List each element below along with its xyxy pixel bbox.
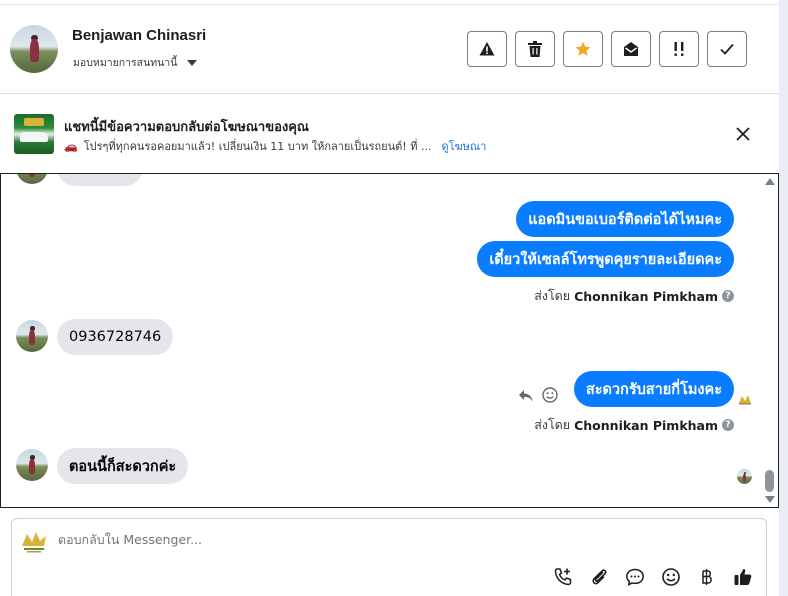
assign-label: มอบหมายการสนทนานี้ bbox=[73, 57, 178, 69]
contact-avatar-small bbox=[16, 449, 48, 481]
mark-spam-button[interactable] bbox=[467, 31, 507, 67]
sent-by-label: ส่งโดย Chonnikan Pimkham ? bbox=[534, 415, 734, 435]
sent-by-label: ส่งโดย Chonnikan Pimkham ? bbox=[534, 286, 734, 306]
ad-banner-title: แชทนี้มีข้อความตอบกลับต่อโฆษณาของคุณ bbox=[64, 120, 309, 135]
outgoing-message[interactable]: เดี๋ยวให้เซลล์โทรพูดคุยรายละเอียดคะ bbox=[477, 241, 734, 277]
sender-name: Chonnikan Pimkham bbox=[574, 288, 718, 304]
help-icon[interactable]: ? bbox=[722, 419, 734, 431]
page-logo bbox=[20, 530, 48, 554]
conversation-header: Benjawan Chinasri มอบหมายการสนทนานี้ bbox=[0, 5, 779, 94]
baht-icon[interactable] bbox=[697, 567, 717, 587]
reply-composer bbox=[11, 518, 767, 596]
sender-name: Chonnikan Pimkham bbox=[574, 417, 718, 433]
envelope-open-icon bbox=[624, 42, 638, 56]
incoming-message[interactable]: 0936728746 bbox=[57, 319, 174, 355]
close-banner-button[interactable] bbox=[734, 125, 752, 143]
double-exclamation-icon bbox=[674, 42, 684, 56]
seen-by-page-icon bbox=[738, 390, 752, 405]
contact-avatar-small bbox=[16, 320, 48, 352]
paperclip-icon[interactable] bbox=[589, 567, 609, 587]
contact-avatar-small bbox=[16, 174, 48, 184]
phone-plus-icon[interactable] bbox=[553, 567, 573, 587]
star-button[interactable] bbox=[563, 31, 603, 67]
warning-icon bbox=[479, 42, 495, 56]
truncated-bubble bbox=[57, 174, 143, 186]
read-receipt-avatar bbox=[737, 469, 752, 484]
scroll-down-arrow-icon[interactable] bbox=[765, 496, 775, 503]
message-thread[interactable]: แอดมินขอเบอร์ติดต่อได้ไหมคะ เดี๋ยวให้เซล… bbox=[0, 173, 779, 508]
ad-thumbnail[interactable] bbox=[14, 114, 54, 154]
contact-avatar[interactable] bbox=[10, 25, 58, 73]
chat-bubble-icon[interactable] bbox=[625, 567, 645, 587]
outgoing-message[interactable]: แอดมินขอเบอร์ติดต่อได้ไหมคะ bbox=[516, 201, 734, 237]
outgoing-message[interactable]: สะดวกรับสายกี่โมงคะ bbox=[573, 371, 734, 407]
conversation-toolbar bbox=[467, 31, 747, 67]
ad-description: โปรๆที่ทุกคนรอคอยมาแล้ว! เปลี่ยนเงิน 11 … bbox=[83, 140, 432, 153]
view-ad-link[interactable]: ดูโฆษณา bbox=[441, 137, 486, 155]
sent-by-prefix: ส่งโดย bbox=[534, 288, 571, 303]
scrollbar-thumb[interactable] bbox=[765, 470, 774, 492]
composer-toolbar bbox=[553, 567, 753, 587]
delete-button[interactable] bbox=[515, 31, 555, 67]
help-icon[interactable]: ? bbox=[722, 290, 734, 302]
contact-name[interactable]: Benjawan Chinasri bbox=[72, 27, 206, 44]
car-icon: 🚗 bbox=[64, 139, 78, 153]
emoji-icon[interactable] bbox=[661, 567, 681, 587]
thumbs-up-icon[interactable] bbox=[733, 567, 753, 587]
star-icon bbox=[575, 41, 591, 56]
close-icon bbox=[736, 127, 750, 141]
check-icon bbox=[720, 43, 734, 55]
reply-input[interactable] bbox=[58, 532, 558, 547]
reply-icon[interactable] bbox=[518, 388, 534, 402]
incoming-message[interactable]: ตอนนี้ก็สะดวกค่ะ bbox=[57, 448, 189, 484]
follow-up-button[interactable] bbox=[659, 31, 699, 67]
assign-conversation-dropdown[interactable]: มอบหมายการสนทนานี้ bbox=[73, 54, 198, 71]
thread-scrollbar[interactable] bbox=[764, 176, 776, 504]
ad-reply-banner: แชทนี้มีข้อความตอบกลับต่อโฆษณาของคุณ 🚗 โ… bbox=[0, 95, 779, 173]
scroll-up-arrow-icon[interactable] bbox=[765, 178, 775, 185]
ad-banner-subtitle: 🚗 โปรๆที่ทุกคนรอคอยมาแล้ว! เปลี่ยนเงิน 1… bbox=[64, 137, 486, 155]
sent-by-prefix: ส่งโดย bbox=[534, 417, 571, 432]
chevron-down-icon bbox=[187, 59, 198, 66]
trash-icon bbox=[528, 41, 542, 57]
mark-unread-button[interactable] bbox=[611, 31, 651, 67]
react-emoji-icon[interactable] bbox=[542, 387, 558, 403]
mark-done-button[interactable] bbox=[707, 31, 747, 67]
window-edge bbox=[779, 0, 788, 596]
